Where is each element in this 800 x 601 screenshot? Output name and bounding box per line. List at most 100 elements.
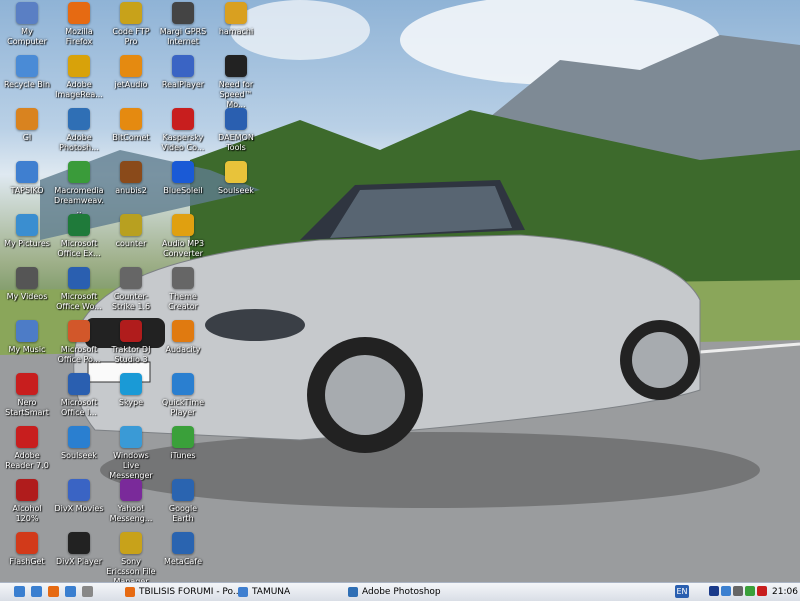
desktop-icon[interactable]: Kaspersky Video Co... <box>157 108 209 166</box>
start-icon[interactable] <box>14 586 25 597</box>
windows-flag-icon <box>238 587 248 597</box>
desktop-icon[interactable]: Recycle Bin <box>1 55 53 113</box>
desktop-icon[interactable]: TAPSIKO <box>1 161 53 219</box>
desktop-icon[interactable]: Nero StartSmart <box>1 373 53 431</box>
desktop-icon-label: Sony Ericsson File Manager <box>106 557 156 582</box>
divx-movies-icon <box>68 479 90 501</box>
desktop-icon[interactable]: Microsoft Office I... <box>53 373 105 431</box>
messenger-tray-icon[interactable] <box>745 586 755 596</box>
desktop-icon[interactable]: GI <box>1 108 53 166</box>
desktop-icon[interactable]: Theme Creator <box>157 267 209 325</box>
excel-icon <box>68 214 90 236</box>
google-earth-icon <box>172 479 194 501</box>
desktop-icon-label: Audio MP3 Converter <box>161 239 205 258</box>
taskbar: TBILISIS FORUMI - Po... TAMUNA Adobe Photo… <box>0 582 800 601</box>
mp3-converter-icon <box>172 214 194 236</box>
taskbar-button-label: Adobe Photoshop <box>362 587 441 597</box>
desktop-icon[interactable]: Google Earth <box>157 479 209 537</box>
desktop-icon[interactable]: BitComet <box>105 108 157 166</box>
desktop-icon[interactable]: BlueSoleil <box>157 161 209 219</box>
desktop-icon[interactable]: Macromedia Dreamweav... <box>53 161 105 219</box>
itunes-icon <box>172 426 194 448</box>
desktop-icon[interactable]: Soulseek <box>53 426 105 484</box>
photoshop-icon <box>68 108 90 130</box>
desktop-icon[interactable]: QuickTime Player <box>157 373 209 431</box>
photoshop-icon <box>348 587 358 597</box>
desktop-icon[interactable]: MetaCafe <box>157 532 209 582</box>
nfs-icon <box>225 55 247 77</box>
phone-icon[interactable] <box>721 586 731 596</box>
explorer-icon[interactable] <box>65 586 76 597</box>
desktop-icon-label: anubis2 <box>115 186 147 195</box>
desktop-icon[interactable]: Counter-Strike 1.6 <box>105 267 157 325</box>
desktop-icon[interactable]: Adobe ImageRea... <box>53 55 105 113</box>
desktop-icon[interactable]: My Music <box>1 320 53 378</box>
desktop-icon-label: jetAudio <box>114 80 148 89</box>
desktop-icon[interactable]: RealPlayer <box>157 55 209 113</box>
desktop-icon[interactable]: My Computer <box>1 2 53 60</box>
desktop: My Computer Recycle Bin GI TAPSIKO My Pictur… <box>0 0 800 582</box>
taskbar-button[interactable]: TAMUNA <box>238 584 338 600</box>
desktop-icon[interactable]: hamachi <box>210 2 262 60</box>
skype-icon <box>120 373 142 395</box>
desktop-icon[interactable]: DAEMON Tools <box>210 108 262 166</box>
desktop-icon[interactable]: DivX Player <box>53 532 105 582</box>
desktop-icon[interactable]: Audacity <box>157 320 209 378</box>
desktop-icon[interactable]: Adobe Photosh... <box>53 108 105 166</box>
desktop-icon[interactable]: Soulseek <box>210 161 262 219</box>
sony-ericsson-icon <box>120 532 142 554</box>
alcohol-icon <box>16 479 38 501</box>
desktop-icon-label: MetaCafe <box>163 557 203 566</box>
desktop-icon[interactable]: counter <box>105 214 157 272</box>
desktop-icon[interactable]: Sony Ericsson File Manager <box>105 532 157 582</box>
desktop-icon[interactable]: jetAudio <box>105 55 157 113</box>
desktop-icon[interactable]: Yahoo! Messeng... <box>105 479 157 537</box>
firefox-icon[interactable] <box>48 586 59 597</box>
desktop-icon[interactable]: Traktor DJ Studio 3 <box>105 320 157 378</box>
desktop-icon[interactable]: Microsoft Office Ex... <box>53 214 105 272</box>
video-converter-icon <box>172 108 194 130</box>
volume-icon[interactable] <box>733 586 743 596</box>
traktor-icon <box>120 320 142 342</box>
desktop-icon-label: Adobe ImageRea... <box>55 80 103 99</box>
firefox-icon <box>125 587 135 597</box>
network-icon[interactable] <box>709 586 719 596</box>
desktop-icon[interactable]: FlashGet <box>1 532 53 582</box>
desktop-icon-label: TAPSIKO <box>10 186 44 195</box>
clock[interactable]: 21:06 <box>772 584 798 600</box>
notepad-icon[interactable] <box>82 586 93 597</box>
desktop-icon[interactable]: Code FTP Pro <box>105 2 157 60</box>
desktop-icon[interactable]: Alcohol 120% <box>1 479 53 537</box>
desktop-icon[interactable]: Windows Live Messenger <box>105 426 157 484</box>
desktop-icon-label: Google Earth <box>168 504 198 523</box>
taskbar-button[interactable]: TBILISIS FORUMI - Po... <box>125 584 241 600</box>
desktop-icon[interactable]: iTunes <box>157 426 209 484</box>
desktop-icon-label: My Music <box>8 345 46 354</box>
gi-icon <box>16 108 38 130</box>
language-indicator[interactable]: EN <box>675 585 689 598</box>
taskbar-button[interactable]: Adobe Photoshop <box>348 584 468 600</box>
desktop-icon[interactable]: Margi GPRS Internet <box>157 2 209 60</box>
antivirus-icon[interactable] <box>757 586 767 596</box>
desktop-icon-label: counter <box>115 239 147 248</box>
imageready-icon <box>68 55 90 77</box>
desktop-icon[interactable]: Skype <box>105 373 157 431</box>
desktop-icon-label: Audacity <box>165 345 201 354</box>
office-icon <box>68 373 90 395</box>
desktop-icon[interactable]: Mozilla Firefox <box>53 2 105 60</box>
quicktime-icon <box>172 373 194 395</box>
desktop-icon[interactable]: Microsoft Office Po... <box>53 320 105 378</box>
desktop-icon[interactable]: Audio MP3 Converter <box>157 214 209 272</box>
desktop-icon[interactable]: My Videos <box>1 267 53 325</box>
desktop-icon[interactable]: anubis2 <box>105 161 157 219</box>
desktop-icon[interactable]: Adobe Reader 7.0 <box>1 426 53 484</box>
theme-creator-icon <box>172 267 194 289</box>
desktop-icon[interactable]: My Pictures <box>1 214 53 272</box>
desktop-icon[interactable]: Microsoft Office Wo... <box>53 267 105 325</box>
messenger-icon <box>120 426 142 448</box>
desktop-icon-label: Nero StartSmart <box>5 398 49 417</box>
desktop-icon[interactable]: DivX Movies <box>53 479 105 537</box>
desktop-icon[interactable]: Need for Speed™ Mo... <box>210 55 262 113</box>
show-desktop-icon[interactable] <box>31 586 42 597</box>
desktop-icon-label: My Computer <box>7 27 47 46</box>
